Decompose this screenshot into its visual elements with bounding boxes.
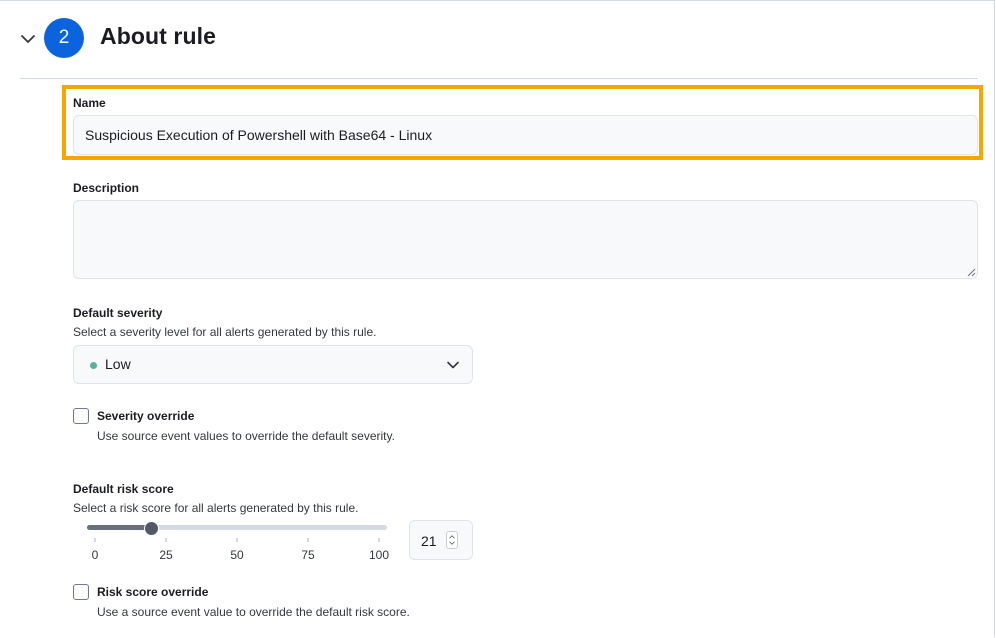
slider-tick-label: 25: [159, 548, 173, 562]
slider-tick: [165, 538, 167, 542]
risk-score-override-label[interactable]: Risk score override: [97, 585, 208, 599]
default-severity-help: Select a severity level for all alerts g…: [73, 325, 377, 339]
slider-tick-label: 100: [368, 548, 390, 562]
slider-tick: [307, 538, 309, 542]
risk-score-value: 21: [421, 533, 437, 549]
severity-dot-icon: [90, 362, 97, 369]
slider-thumb[interactable]: [143, 521, 159, 536]
risk-score-number-input[interactable]: 21: [409, 520, 473, 560]
chevron-down-icon[interactable]: [19, 30, 37, 48]
slider-tick: [94, 538, 96, 542]
step-header: 2 About rule: [0, 0, 996, 78]
slider-tick: [236, 538, 238, 542]
description-textarea[interactable]: [73, 200, 978, 279]
severity-override-help: Use source event values to override the …: [97, 429, 395, 443]
default-risk-score-label: Default risk score: [73, 482, 174, 496]
risk-score-slider[interactable]: 0 25 50 75 100: [87, 520, 389, 562]
step-title: About rule: [100, 23, 216, 49]
slider-tick: [378, 538, 380, 542]
resize-handle-icon[interactable]: [966, 267, 976, 277]
default-risk-score-help: Select a risk score for all alerts gener…: [73, 501, 359, 515]
slider-tick-label: 50: [230, 548, 244, 562]
number-stepper-icon[interactable]: [446, 531, 458, 549]
name-label: Name: [73, 96, 106, 110]
risk-score-override-checkbox[interactable]: [73, 584, 89, 600]
description-label: Description: [73, 181, 140, 195]
risk-score-override-help: Use a source event value to override the…: [97, 605, 410, 619]
slider-fill: [87, 525, 151, 530]
severity-selected-value: Low: [105, 356, 131, 372]
step-number-badge: 2: [44, 18, 84, 58]
chevron-down-icon: [447, 361, 459, 369]
name-input[interactable]: Suspicious Execution of Powershell with …: [73, 115, 978, 155]
severity-override-checkbox[interactable]: [73, 408, 89, 424]
default-severity-label: Default severity: [73, 306, 163, 320]
divider: [20, 78, 978, 79]
slider-tick-label: 75: [301, 548, 315, 562]
severity-select[interactable]: Low: [73, 345, 473, 384]
severity-override-label[interactable]: Severity override: [97, 409, 194, 423]
slider-tick-label: 0: [91, 548, 99, 562]
